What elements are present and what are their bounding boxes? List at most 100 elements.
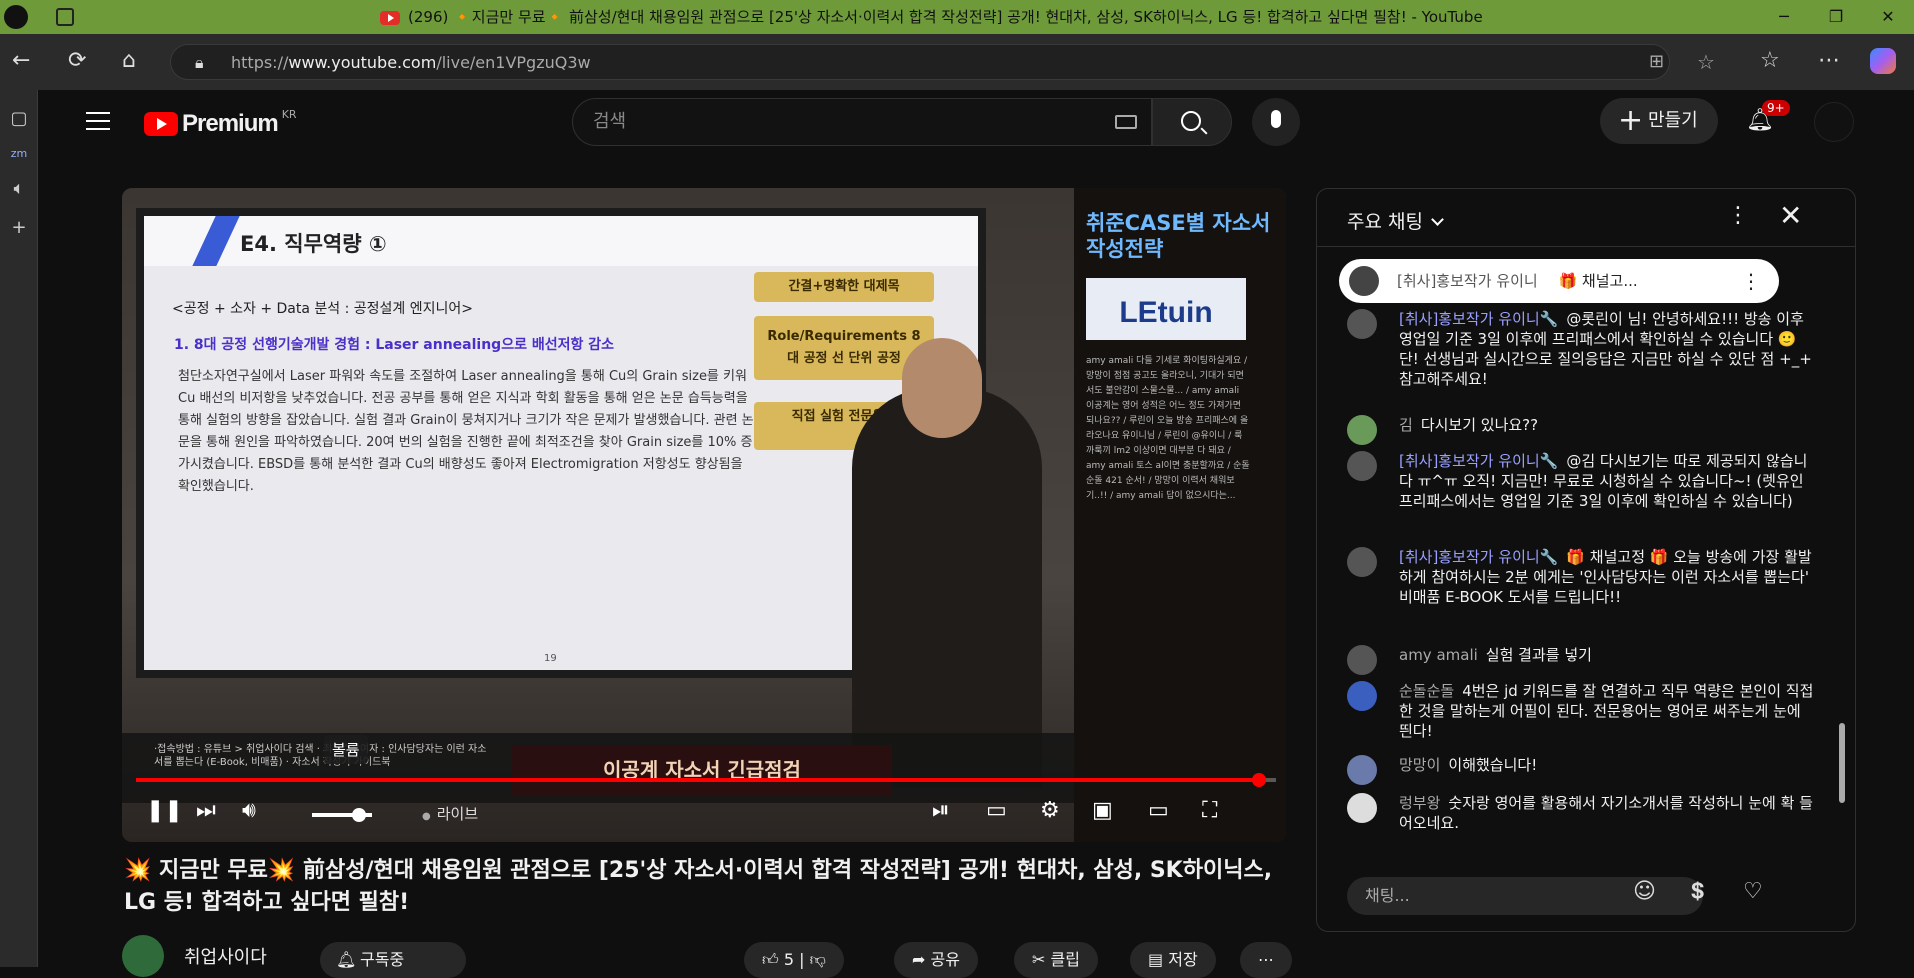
home-icon[interactable]: ⌂: [122, 48, 136, 73]
url-text: https://www.youtube.com/live/en1VPgzuQ3w: [231, 53, 591, 72]
address-bar: ← ⟳ ⌂ 🔒︎ https://www.youtube.com/live/en…: [0, 34, 1914, 90]
lock-icon: 🔒︎: [195, 53, 204, 72]
youtube-logo[interactable]: Premium KR: [144, 108, 297, 138]
volume-slider[interactable]: [312, 808, 372, 822]
live-indicator[interactable]: 라이브: [422, 803, 478, 824]
close-chat-icon[interactable]: ✕: [1779, 199, 1802, 232]
url-field[interactable]: 🔒︎ https://www.youtube.com/live/en1VPgzu…: [170, 44, 1715, 80]
slide-subtitle: <공정 + 소자 + Data 분석 : 공정설계 엔지니어>: [172, 301, 473, 317]
copilot-icon[interactable]: [1870, 48, 1896, 74]
player-controls: ❚❚ ⏭︎ 🔊︎ 라이브 ⏯︎ ▭ ⚙︎ ▣ ▭ ⛶: [122, 788, 1286, 842]
browser-menu-icon[interactable]: ⋯: [1818, 48, 1840, 73]
chat-message: amy amali 실험 결과를 넣기: [1347, 645, 1817, 675]
slide-heading: 1. 8대 공정 선행기술개발 경험 : Laser annealing으로 배…: [174, 337, 614, 353]
chat-mode-selector[interactable]: 주요 채팅: [1347, 207, 1444, 234]
miniplayer-icon[interactable]: ▣: [1092, 798, 1113, 823]
thumbs-down-icon: 👎︎: [809, 950, 826, 969]
save-icon: ▤: [1148, 950, 1164, 969]
restore-icon[interactable]: ❐: [1810, 0, 1862, 34]
presenter-head: [902, 338, 982, 438]
autoplay-toggle-icon[interactable]: ⏯︎: [932, 798, 950, 823]
settings-gear-icon[interactable]: ⚙︎: [1040, 798, 1060, 823]
add-tab-icon[interactable]: +: [0, 217, 38, 238]
video-title: 💥 지금만 무료💥 前삼성/현대 채용임원 관점으로 [25'상 자소서·이력서…: [124, 858, 1273, 915]
create-button[interactable]: 만들기: [1600, 98, 1718, 144]
chevron-down-icon: [1431, 213, 1444, 226]
tabs-icon[interactable]: [56, 8, 74, 26]
volume-icon[interactable]: 🔊︎: [242, 798, 256, 823]
video-player[interactable]: E4. 직무역량 ① <공정 + 소자 + Data 분석 : 공정설계 엔지니…: [122, 188, 1286, 842]
channel-info: 취업사이다: [122, 935, 267, 977]
favorites-icon[interactable]: ☆: [1760, 48, 1780, 73]
heart-icon[interactable]: ♡: [1743, 879, 1763, 904]
progress-bar[interactable]: [136, 773, 1276, 787]
youtube-favicon-icon: [380, 10, 400, 25]
account-avatar[interactable]: [1814, 102, 1854, 142]
chat-message: [취사]홍보작가 유이니🔧 🎁 채널고정 🎁 오늘 방송에 가장 활발하게 참여하…: [1347, 547, 1817, 607]
app-view-icon[interactable]: ⊞: [1649, 51, 1664, 72]
emoji-icon[interactable]: ☺: [1633, 879, 1656, 904]
slide-body: 첨단소자연구실에서 Laser 파워와 속도를 조절하여 Laser annea…: [178, 369, 754, 494]
stream-side-title: 취준CASE별 자소서 작성전략: [1086, 211, 1271, 261]
stream-chat-overlay: amy amali 다들 기세로 화이팅하실게요 / 망망이 점점 공고도 올라…: [1086, 356, 1250, 501]
chat-scrollbar[interactable]: [1837, 253, 1847, 863]
search-input[interactable]: [593, 111, 1073, 132]
super-chat-icon[interactable]: 💲︎: [1691, 879, 1704, 904]
volume-tooltip: 볼륨: [324, 735, 368, 764]
pinned-avatar: [1349, 266, 1379, 296]
theater-mode-icon[interactable]: ▭: [1148, 798, 1169, 823]
share-icon: ➦: [912, 950, 926, 969]
letuin-logo: LEtuin: [1086, 278, 1246, 340]
chat-more-icon[interactable]: ⋮: [1727, 203, 1749, 228]
zoom-app-icon[interactable]: zm: [0, 147, 38, 160]
presenter-figure: [852, 338, 1042, 788]
progress-knob[interactable]: [1251, 773, 1266, 787]
channel-avatar[interactable]: [122, 935, 164, 977]
minimize-icon[interactable]: ─: [1758, 0, 1810, 34]
menu-icon[interactable]: [86, 112, 110, 130]
more-actions-button[interactable]: ⋯: [1240, 942, 1292, 978]
youtube-header: Premium KR 만들기 🔔︎ 9+: [54, 90, 1884, 154]
back-icon[interactable]: ←: [12, 48, 30, 73]
channel-name[interactable]: 취업사이다: [184, 943, 267, 969]
chat-message: 렁부왕 숫자랑 영어를 활용해서 자기소개서를 작성하니 눈에 확 들어오네요.: [1347, 793, 1817, 833]
browser-sidebar: ▢ zm 🔈︎ +: [0, 90, 38, 967]
pause-icon[interactable]: ❚❚: [146, 798, 183, 823]
chat-message: [취사]홍보작가 유이니🔧 @롯린이 님! 안녕하세요!!! 방송 이후 영업일 …: [1347, 309, 1817, 389]
pinned-message[interactable]: [취사]홍보작가 유이니 🎁 채널고... ⋮: [1339, 259, 1779, 303]
chat-messages: [취사]홍보작가 유이니🔧 @롯린이 님! 안녕하세요!!! 방송 이후 영업일 …: [1317, 309, 1837, 869]
fullscreen-icon[interactable]: ⛶: [1202, 798, 1217, 823]
chat-message: 순돌순돌 4번은 jd 키워드를 잘 연결하고 직무 역량은 본인이 직접 한 것…: [1347, 681, 1817, 741]
chat-avatar: [1347, 547, 1377, 577]
youtube-play-icon: [144, 112, 178, 136]
tab-list-icon[interactable]: ▢: [0, 108, 38, 129]
save-button[interactable]: ▤ 저장: [1130, 942, 1216, 978]
slide-box-1: 간결+명확한 대제목: [754, 272, 934, 302]
subscribed-button[interactable]: 🔔︎ 구독중: [320, 942, 466, 978]
stream-side-panel: 취준CASE별 자소서 작성전략 LEtuin amy amali 다들 기세로…: [1074, 188, 1286, 842]
profile-icon[interactable]: [4, 5, 28, 29]
next-icon[interactable]: ⏭︎: [196, 798, 216, 823]
progress-fill: [136, 778, 1259, 782]
slide-accent: [192, 216, 240, 266]
chat-message: [취사]홍보작가 유이니🔧 @김 다시보기는 따로 제공되지 않습니다 ㅠ^ㅠ 오…: [1347, 451, 1817, 511]
search-button[interactable]: [1152, 98, 1232, 146]
clip-button[interactable]: ✂︎ 클립: [1014, 942, 1098, 978]
pinned-more-icon[interactable]: ⋮: [1741, 259, 1761, 303]
chat-avatar: [1347, 793, 1377, 823]
chat-scroll-thumb[interactable]: [1839, 723, 1845, 803]
favorite-star-icon[interactable]: ☆: [1697, 50, 1715, 74]
chat-avatar: [1347, 645, 1377, 675]
chat-message: 망망이 이해했습니다!: [1347, 755, 1817, 785]
refresh-icon[interactable]: ⟳: [68, 48, 86, 73]
share-button[interactable]: ➦ 공유: [894, 942, 978, 978]
audio-tab-icon[interactable]: 🔈︎: [0, 178, 38, 199]
subtitles-icon[interactable]: ▭: [986, 798, 1007, 823]
video-frame: E4. 직무역량 ① <공정 + 소자 + Data 분석 : 공정설계 엔지니…: [122, 188, 1286, 842]
like-button[interactable]: 👍︎ 5 | 👎︎: [744, 942, 844, 978]
close-window-icon[interactable]: ✕: [1862, 0, 1914, 34]
voice-search-button[interactable]: [1252, 98, 1300, 146]
search-box: [572, 98, 1152, 146]
window-title: (296) 🔸지금만 무료🔸 前삼성/현대 채용임원 관점으로 [25'상 자소…: [380, 0, 1483, 34]
keyboard-icon[interactable]: [1115, 115, 1137, 129]
